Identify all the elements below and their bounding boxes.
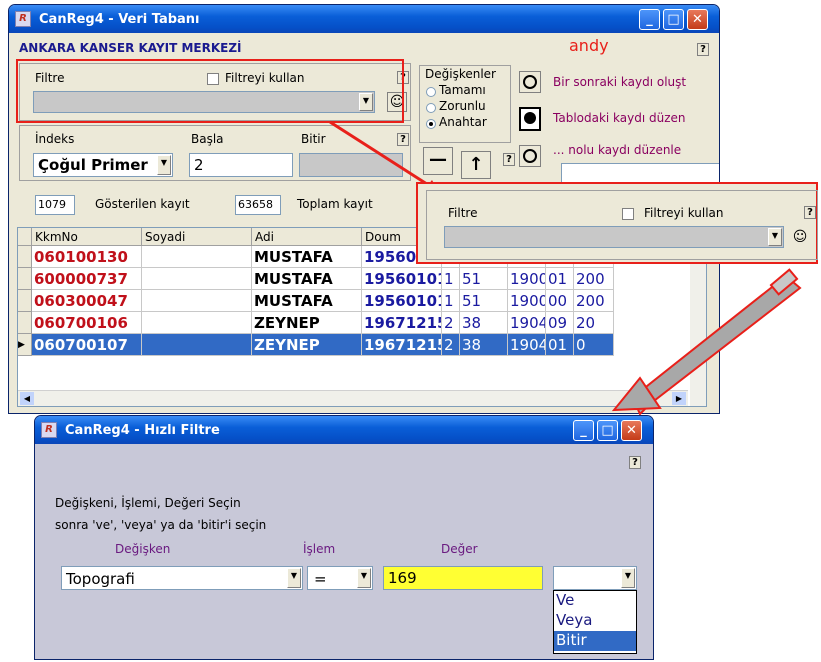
- instruction-line-1: Değişkeni, İşlemi, Değeri Seçin: [55, 496, 241, 510]
- quick-filter-title: CanReg4 - Hızlı Filtre: [65, 422, 220, 438]
- logic-dropdown-list: Ve Veya Bitir: [553, 590, 637, 654]
- variable-chevron-down-icon[interactable]: ▼: [287, 568, 301, 588]
- value-input[interactable]: 169: [383, 566, 543, 590]
- operation-chevron-down-icon[interactable]: ▼: [357, 568, 371, 588]
- logic-option-ve[interactable]: Ve: [554, 591, 636, 611]
- quick-filter-app-icon: R: [41, 422, 57, 438]
- logic-option-veya[interactable]: Veya: [554, 611, 636, 631]
- quick-filter-titlebar[interactable]: R CanReg4 - Hızlı Filtre _ □ ✕: [35, 416, 653, 444]
- variable-combo[interactable]: Topografi ▼: [61, 566, 303, 590]
- logic-option-bitir[interactable]: Bitir: [554, 631, 636, 651]
- variable-header: Değişken: [115, 542, 171, 556]
- qf-minimize-button[interactable]: _: [573, 420, 594, 441]
- quick-filter-window: R CanReg4 - Hızlı Filtre _ □ ✕ ? Değişke…: [34, 415, 654, 660]
- logic-combo[interactable]: ▼: [553, 566, 637, 590]
- operation-combo[interactable]: = ▼: [307, 566, 373, 590]
- variable-value: Topografi: [66, 570, 135, 588]
- operation-value: =: [314, 570, 327, 588]
- operation-header: İşlem: [303, 542, 336, 556]
- instruction-line-2: sonra 've', 'veya' ya da 'bitir'i seçin: [55, 518, 267, 532]
- logic-chevron-down-icon[interactable]: ▼: [621, 568, 635, 588]
- qf-close-button[interactable]: ✕: [621, 420, 642, 441]
- qf-maximize-button[interactable]: □: [597, 420, 618, 441]
- value-header: Değer: [441, 542, 478, 556]
- qf-help-icon[interactable]: ?: [629, 456, 641, 469]
